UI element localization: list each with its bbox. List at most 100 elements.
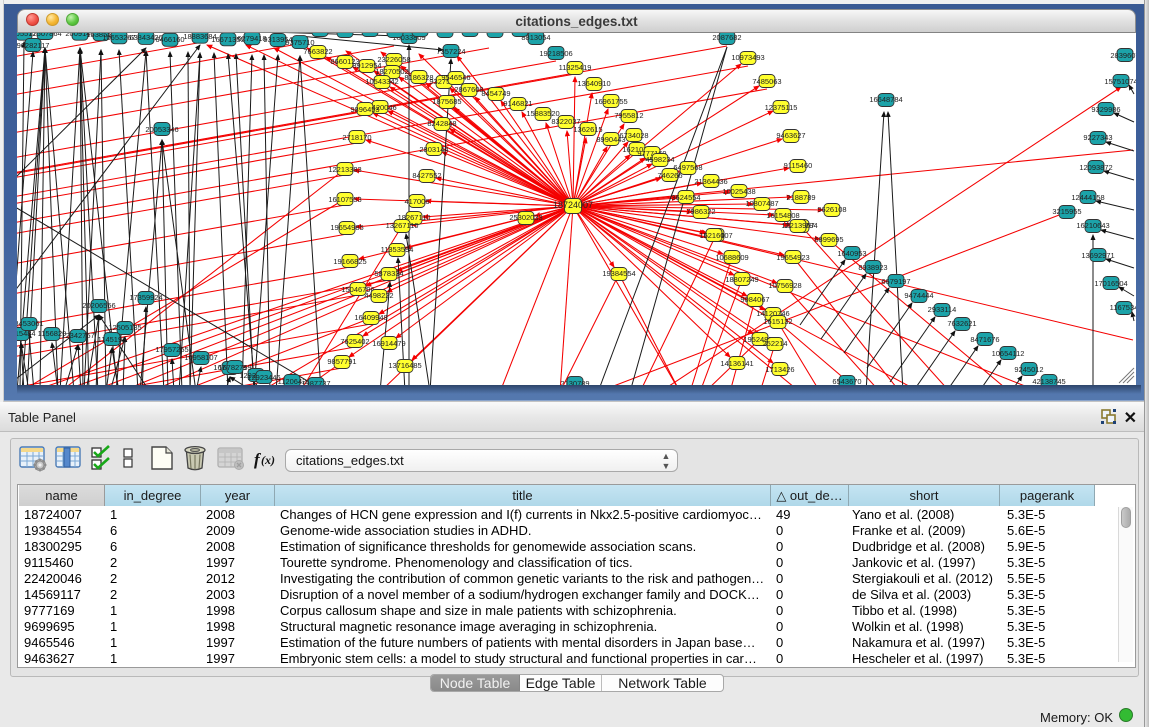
- svg-text:9084067: 9084067: [740, 295, 769, 304]
- svg-text:17016504: 17016504: [1094, 279, 1127, 288]
- svg-text:10543342: 10543342: [365, 77, 398, 86]
- svg-text:16154808: 16154808: [766, 211, 799, 220]
- svg-text:9896453: 9896453: [350, 105, 379, 114]
- svg-text:19166825: 19166825: [333, 257, 366, 266]
- svg-text:2803144: 2803144: [419, 145, 448, 154]
- svg-text:2933114: 2933114: [928, 305, 957, 314]
- svg-text:6543670: 6543670: [832, 377, 861, 385]
- svg-text:6734028: 6734028: [619, 131, 648, 140]
- svg-text:10807487: 10807487: [745, 199, 778, 208]
- svg-text:10958107: 10958107: [184, 353, 217, 362]
- svg-text:12444158: 12444158: [1071, 193, 1104, 202]
- svg-text:14136141: 14136141: [720, 359, 753, 368]
- svg-text:1713426: 1713426: [765, 365, 794, 374]
- svg-text:6279418: 6279418: [237, 34, 266, 43]
- svg-text:8427552: 8427552: [412, 171, 441, 180]
- svg-text:9463627: 9463627: [776, 131, 805, 140]
- svg-text:746266: 746266: [657, 171, 682, 180]
- svg-text:252214: 252214: [762, 339, 787, 348]
- svg-text:42138745: 42138745: [1032, 377, 1065, 385]
- svg-text:25302033: 25302033: [509, 213, 542, 222]
- svg-text:19654985: 19654985: [330, 223, 363, 232]
- svg-text:18807249: 18807249: [725, 275, 758, 284]
- svg-text:9546546: 9546546: [441, 73, 470, 82]
- svg-text:10025438: 10025438: [722, 187, 755, 196]
- svg-text:7632621: 7632621: [947, 319, 976, 328]
- svg-text:9115460: 9115460: [784, 161, 813, 170]
- svg-text:8938923: 8938923: [858, 263, 887, 272]
- svg-text:2839607: 2839607: [1110, 51, 1136, 60]
- svg-text:16782759: 16782759: [218, 363, 251, 372]
- svg-text:19654923: 19654923: [776, 253, 809, 262]
- svg-text:9146821: 9146821: [503, 99, 532, 108]
- svg-text:6466160: 6466160: [155, 35, 184, 44]
- svg-text:3624554: 3624554: [671, 193, 700, 202]
- svg-text:1875685: 1875685: [432, 97, 461, 106]
- svg-text:417006: 417006: [404, 197, 429, 206]
- svg-text:2188789: 2188789: [786, 193, 815, 202]
- svg-text:7986322: 7986322: [686, 207, 715, 216]
- svg-text:4498222: 4498222: [364, 291, 393, 300]
- svg-text:9857791: 9857791: [327, 357, 356, 366]
- svg-text:7625402: 7625402: [340, 337, 369, 346]
- svg-text:2130789: 2130789: [560, 379, 589, 385]
- svg-text:11353594: 11353594: [381, 245, 414, 254]
- svg-text:2718170: 2718170: [342, 133, 371, 142]
- svg-text:7955812: 7955812: [614, 111, 643, 120]
- svg-text:19218506: 19218506: [539, 49, 572, 58]
- svg-text:9245012: 9245012: [1014, 365, 1043, 374]
- svg-text:6497568: 6497568: [673, 163, 702, 172]
- svg-text:2087682: 2087682: [712, 33, 741, 42]
- svg-text:12923446: 12923446: [247, 373, 280, 382]
- svg-text:62160: 62160: [704, 231, 725, 240]
- svg-text:13716485: 13716485: [388, 361, 421, 370]
- svg-text:9227343: 9227343: [1083, 133, 1112, 142]
- svg-text:5878334: 5878334: [374, 269, 403, 278]
- svg-text:9474444: 9474444: [904, 291, 933, 300]
- svg-text:17507864: 17507864: [28, 33, 61, 38]
- svg-text:8453061: 8453061: [17, 319, 44, 328]
- svg-text:12093872: 12093872: [1079, 163, 1112, 172]
- svg-text:1145193: 1145193: [98, 335, 127, 344]
- svg-text:1640953: 1640953: [837, 249, 866, 258]
- svg-text:11325419: 11325419: [559, 63, 592, 72]
- svg-text:16409948: 16409948: [354, 313, 387, 322]
- svg-text:7485063: 7485063: [752, 77, 781, 86]
- svg-text:10688609: 10688609: [715, 253, 748, 262]
- svg-text:1615132: 1615132: [763, 317, 792, 326]
- svg-text:1362615: 1362615: [573, 125, 602, 134]
- svg-text:16961755: 16961755: [594, 97, 627, 106]
- svg-text:1167534: 1167534: [1110, 303, 1136, 312]
- svg-text:7357224: 7357224: [436, 47, 465, 56]
- svg-text:13267110: 13267110: [386, 221, 419, 230]
- svg-text:12342757: 12342757: [61, 331, 94, 340]
- svg-text:8471676: 8471676: [970, 335, 999, 344]
- svg-text:13640910: 13640910: [577, 79, 610, 88]
- svg-text:7663822: 7663822: [303, 47, 332, 56]
- svg-text:6679197: 6679197: [881, 277, 910, 286]
- svg-text:16648784: 16648784: [869, 95, 902, 104]
- svg-text:17359924: 17359924: [129, 293, 162, 302]
- svg-text:8242848: 8242848: [427, 119, 456, 128]
- svg-text:12213967: 12213967: [781, 221, 814, 230]
- svg-text:10654112: 10654112: [992, 349, 1025, 358]
- svg-text:9626108: 9626108: [817, 205, 846, 214]
- svg-text:4598234: 4598234: [645, 155, 674, 164]
- svg-text:2867608: 2867608: [454, 85, 483, 94]
- svg-text:15751074: 15751074: [1104, 77, 1136, 86]
- svg-text:1987737: 1987737: [301, 379, 330, 385]
- svg-text:(x): (x): [261, 453, 275, 467]
- svg-text:18724007: 18724007: [553, 200, 593, 210]
- svg-text:21364436: 21364436: [694, 177, 727, 186]
- svg-text:10756928: 10756928: [768, 281, 801, 290]
- svg-text:13692971: 13692971: [1081, 251, 1114, 260]
- svg-text:23226058: 23226058: [377, 55, 410, 64]
- svg-text:9329986: 9329986: [1091, 105, 1120, 114]
- svg-text:6899695: 6899695: [814, 235, 843, 244]
- svg-text:3215955: 3215955: [1052, 207, 1081, 216]
- svg-text:20053346: 20053346: [145, 125, 178, 134]
- svg-text:8454749: 8454749: [481, 89, 510, 98]
- svg-text:96282117: 96282117: [17, 41, 49, 50]
- svg-text:9375710: 9375710: [285, 38, 314, 47]
- svg-text:10973493: 10973493: [731, 53, 764, 62]
